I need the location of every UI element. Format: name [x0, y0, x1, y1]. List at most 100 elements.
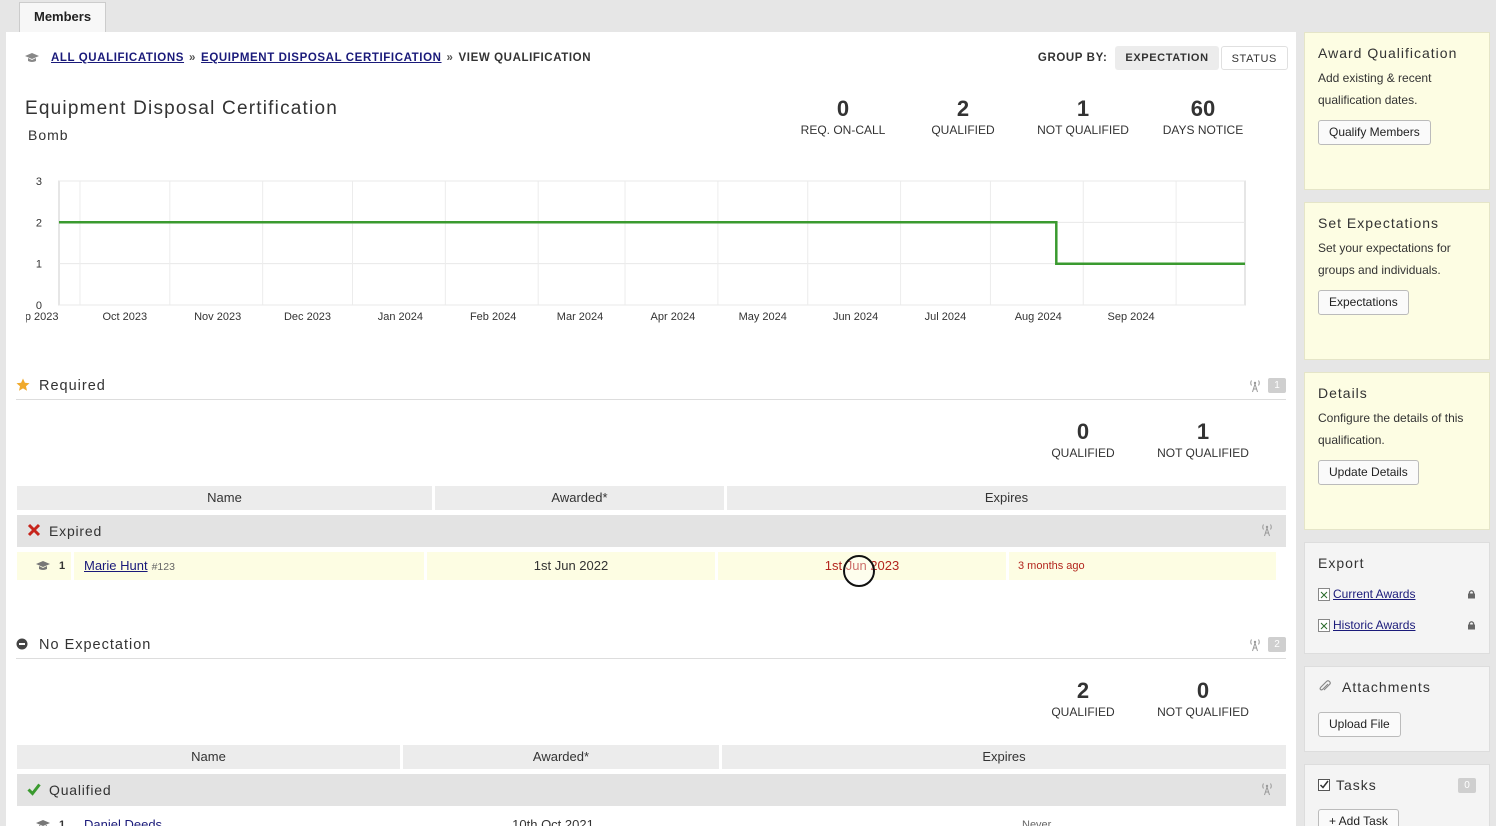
row-index: 1 — [59, 560, 66, 572]
card-text: Add existing & recent qualification date… — [1318, 71, 1432, 107]
x-tick-label: Sep 2024 — [1108, 311, 1155, 323]
breadcrumb-all-qualifications[interactable]: ALL QUALIFICATIONS — [51, 52, 184, 64]
row-index-cell: 1 — [17, 552, 71, 580]
expires-relative-cell: 3 months ago — [1009, 552, 1276, 580]
y-tick-label: 2 — [36, 217, 42, 229]
stat-value: 1 — [1196, 419, 1210, 444]
group-title: Expired — [49, 523, 103, 539]
expectations-button[interactable]: Expectations — [1318, 290, 1409, 315]
section-no-expectation-title: No Expectation — [39, 637, 152, 653]
member-name-link[interactable]: Marie Hunt — [84, 558, 148, 573]
group-title: Qualified — [49, 782, 112, 798]
spreadsheet-file-icon — [1318, 587, 1330, 601]
x-tick-label: Apr 2024 — [651, 311, 696, 323]
member-name-cell: Daniel Deeds — [74, 811, 392, 826]
group-by-status-button[interactable]: STATUS — [1220, 46, 1288, 70]
y-tick-label: 3 — [36, 176, 42, 188]
stat-value: 0 — [836, 96, 850, 121]
group-by-expectation-button[interactable]: EXPECTATION — [1115, 46, 1219, 70]
card-title: Tasks — [1336, 777, 1377, 793]
historic-awards-link[interactable]: Historic Awards — [1333, 618, 1415, 632]
section-required-header: Required 1 — [16, 374, 1286, 400]
add-task-button[interactable]: + Add Task — [1318, 809, 1399, 826]
no-expectation-stat-qualified: 2 QUALIFIED — [1023, 678, 1143, 719]
checkbox-icon — [1318, 779, 1330, 791]
qualification-subtitle: Bomb — [28, 127, 69, 143]
attachments-card: Attachments Upload File — [1304, 666, 1490, 752]
cross-icon — [27, 523, 41, 537]
row-index: 1 — [59, 819, 66, 826]
stat-caption: QUALIFIED — [1051, 705, 1115, 719]
qualification-history-chart: 0123Sep 2023Oct 2023Nov 2023Dec 2023Jan … — [26, 176, 1246, 323]
broadcast-icon[interactable] — [1260, 782, 1274, 796]
card-text: Configure the details of this qualificat… — [1318, 411, 1464, 447]
x-tick-label: Jun 2024 — [833, 311, 878, 323]
breadcrumb-equipment-disposal[interactable]: EQUIPMENT DISPOSAL CERTIFICATION — [201, 52, 441, 64]
card-title: Details — [1318, 385, 1368, 401]
graduation-cap-icon — [36, 820, 50, 826]
checkmark-icon — [27, 783, 41, 796]
stat-qualified: 2 QUALIFIED — [903, 96, 1023, 137]
group-row-qualified: Qualified — [17, 774, 1286, 806]
member-name-cell: Marie Hunt #123 — [74, 552, 424, 580]
expires-date-cell — [714, 811, 1010, 826]
tasks-card: Tasks 0 + Add Task — [1304, 764, 1490, 826]
section-required-title: Required — [39, 378, 106, 394]
update-details-button[interactable]: Update Details — [1318, 460, 1419, 485]
stat-value: 0 — [1196, 678, 1210, 703]
group-by-control: GROUP BY: EXPECTATION STATUS — [1038, 46, 1288, 70]
column-header-expires[interactable]: Expires — [727, 486, 1286, 510]
card-title: Attachments — [1342, 679, 1431, 695]
stat-not-qualified: 1 NOT QUALIFIED — [1023, 96, 1143, 137]
tab-bar: Members — [0, 0, 1496, 32]
breadcrumb: ALL QUALIFICATIONS » EQUIPMENT DISPOSAL … — [24, 50, 591, 66]
stat-value: 0 — [1076, 419, 1090, 444]
table-row: 1 Daniel Deeds 10th Oct 2021 Never — [17, 811, 1278, 826]
stat-caption: DAYS NOTICE — [1162, 123, 1244, 137]
tab-members[interactable]: Members — [19, 2, 107, 32]
section-no-expectation-tools: 2 — [1248, 637, 1286, 652]
qualify-members-button[interactable]: Qualify Members — [1318, 120, 1431, 145]
main-panel: ALL QUALIFICATIONS » EQUIPMENT DISPOSAL … — [6, 32, 1296, 826]
broadcast-icon[interactable] — [1248, 379, 1262, 393]
no-expectation-stat-not-qualified: 0 NOT QUALIFIED — [1143, 678, 1263, 719]
member-id: #123 — [151, 561, 175, 573]
card-title: Set Expectations — [1318, 215, 1440, 231]
group-by-label: GROUP BY: — [1037, 52, 1108, 64]
minus-circle-icon — [16, 638, 28, 650]
upload-file-button[interactable]: Upload File — [1318, 712, 1401, 737]
card-title: Award Qualification — [1318, 45, 1458, 61]
awarded-date-cell: 1st Jun 2022 — [427, 552, 715, 580]
required-table-header: Name Awarded* Expires — [17, 486, 1286, 510]
x-tick-label: Mar 2024 — [557, 311, 603, 323]
spreadsheet-file-icon — [1318, 618, 1330, 632]
card-title: Export — [1318, 555, 1365, 571]
column-header-expires[interactable]: Expires — [722, 745, 1286, 769]
required-stat-not-qualified: 1 NOT QUALIFIED — [1143, 419, 1263, 460]
column-header-awarded[interactable]: Awarded* — [435, 486, 724, 510]
qualification-title: Equipment Disposal Certification — [25, 98, 338, 119]
sidebar: Award Qualification Add existing & recen… — [1297, 32, 1496, 826]
stat-value: 2 — [956, 96, 970, 121]
stat-caption: QUALIFIED — [931, 123, 995, 137]
column-header-awarded[interactable]: Awarded* — [403, 745, 719, 769]
export-current-awards[interactable]: Current Awards — [1318, 585, 1476, 603]
stat-value: 2 — [1076, 678, 1090, 703]
x-tick-label: Dec 2023 — [284, 311, 331, 323]
broadcast-icon[interactable] — [1260, 523, 1274, 537]
lock-icon — [1468, 621, 1475, 630]
star-icon — [16, 378, 30, 391]
column-header-name[interactable]: Name — [17, 486, 432, 510]
group-row-expired: Expired — [17, 515, 1286, 547]
broadcast-icon[interactable] — [1248, 638, 1262, 652]
paperclip-icon — [1319, 680, 1331, 691]
export-card: Export Current Awards Historic Awards — [1304, 542, 1490, 654]
column-header-name[interactable]: Name — [17, 745, 400, 769]
member-name-link[interactable]: Daniel Deeds — [84, 817, 162, 826]
section-required-tools: 1 — [1248, 378, 1286, 393]
export-historic-awards[interactable]: Historic Awards — [1318, 616, 1476, 634]
lock-icon — [1468, 590, 1475, 599]
current-awards-link[interactable]: Current Awards — [1333, 587, 1415, 601]
x-tick-label: Nov 2023 — [194, 311, 241, 323]
awarded-date-cell: 10th Oct 2021 — [395, 811, 711, 826]
